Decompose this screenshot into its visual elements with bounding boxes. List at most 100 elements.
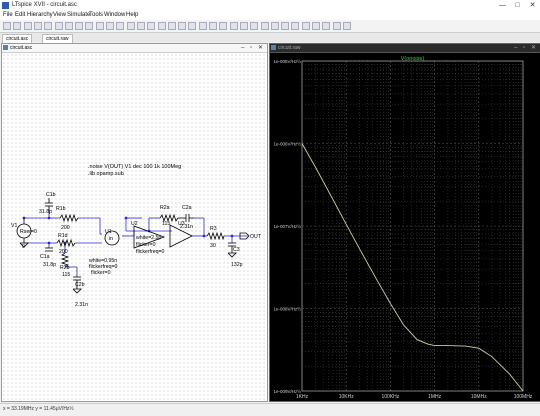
- menu-simulate[interactable]: Simulate: [67, 12, 90, 18]
- svg-text:R2a: R2a: [160, 205, 170, 211]
- y-tick-label: 1e-006V/Hz½: [273, 141, 301, 147]
- svg-text:31.8p: 31.8p: [39, 209, 52, 215]
- svg-text:R3: R3: [210, 226, 217, 232]
- toolbar-button[interactable]: [168, 22, 176, 30]
- svg-text:115: 115: [62, 272, 70, 278]
- toolbar-button[interactable]: [188, 22, 196, 30]
- toolbar-button[interactable]: [158, 22, 166, 30]
- schematic-canvas[interactable]: .noise V(OUT) V1 dec 100 1k 100Meg .lib …: [2, 53, 267, 401]
- y-tick-label: 1e-007V/Hz½: [273, 223, 301, 229]
- ground-symbol: [228, 253, 236, 257]
- status-bar: x = 33.19MHz y = 11.45μV/Hz½: [0, 403, 540, 416]
- toolbar-button[interactable]: [137, 22, 145, 30]
- toolbar-button[interactable]: [96, 22, 104, 30]
- svg-text:flickerfreq=0: flickerfreq=0: [136, 249, 165, 255]
- svg-text:white=2.5p: white=2.5p: [136, 235, 161, 241]
- resistor-r3[interactable]: [207, 233, 224, 239]
- maximize-button[interactable]: □: [510, 0, 525, 11]
- noise-trace-line[interactable]: [302, 144, 523, 392]
- menu-help[interactable]: Help: [126, 12, 138, 18]
- toolbar-button[interactable]: [199, 22, 207, 30]
- menu-file[interactable]: File: [3, 12, 13, 18]
- svg-text:R1b: R1b: [56, 206, 66, 212]
- resistor-r1d[interactable]: [57, 240, 75, 246]
- toolbar-button[interactable]: [219, 22, 227, 30]
- plot-window-titlebar: circuit.raw – ▫ ✕: [270, 44, 540, 53]
- svg-text:132p: 132p: [231, 262, 243, 268]
- toolbar-button[interactable]: [24, 22, 32, 30]
- x-tick-label: 1KHz: [296, 394, 309, 400]
- tab-circuit-raw[interactable]: circuit.raw: [42, 34, 73, 43]
- toolbar-button[interactable]: [75, 22, 83, 30]
- toolbar-button[interactable]: [34, 22, 42, 30]
- toolbar-button[interactable]: [65, 22, 73, 30]
- toolbar-button[interactable]: [44, 22, 52, 30]
- menu-view[interactable]: View: [53, 12, 66, 18]
- toolbar-button[interactable]: [106, 22, 114, 30]
- toolbar-button[interactable]: [147, 22, 155, 30]
- svg-text:U3: U3: [178, 221, 185, 227]
- svg-text:0: 0: [22, 244, 25, 250]
- plot-window-controls[interactable]: – ▫ ✕: [514, 44, 538, 52]
- schematic-drawing: .noise V(OUT) V1 dec 100 1k 100Meg .lib …: [2, 53, 267, 401]
- y-tick-label: 1e-005V/Hz½: [273, 58, 301, 64]
- plot-window-title: circuit.raw: [278, 44, 301, 52]
- svg-text:2.31n: 2.31n: [75, 302, 88, 308]
- svg-text:C1b: C1b: [46, 192, 56, 198]
- noise-plot[interactable]: 1KHz10KHz100KHz1MHz10MHz100MHz1e-005V/Hz…: [270, 53, 540, 401]
- toolbar-button[interactable]: [312, 22, 320, 30]
- menu-window[interactable]: Window: [104, 12, 125, 18]
- toolbar-button[interactable]: [322, 22, 330, 30]
- toolbar-button[interactable]: [178, 22, 186, 30]
- close-button[interactable]: ✕: [525, 0, 540, 11]
- toolbar-button[interactable]: [250, 22, 258, 30]
- noise-directive[interactable]: .noise V(OUT) V1 dec 100 1k 100Meg: [88, 164, 181, 170]
- schematic-window-controls[interactable]: – ▫ ✕: [241, 44, 265, 52]
- waveform-icon: [271, 45, 276, 50]
- menu-tools[interactable]: Tools: [89, 12, 103, 18]
- x-tick-label: 100KHz: [382, 394, 400, 400]
- toolbar-button[interactable]: [3, 22, 11, 30]
- toolbar-button[interactable]: [291, 22, 299, 30]
- toolbar-button[interactable]: [55, 22, 63, 30]
- toolbar-button[interactable]: [240, 22, 248, 30]
- junction-dots: [23, 217, 234, 245]
- svg-text:in: in: [109, 236, 113, 242]
- svg-text:R1d: R1d: [58, 233, 68, 239]
- svg-text:31.8p: 31.8p: [43, 262, 56, 268]
- toolbar-button[interactable]: [116, 22, 124, 30]
- svg-text:200: 200: [61, 225, 70, 231]
- y-tick-label: 1e-009V/Hz½: [273, 388, 301, 394]
- toolbar-button[interactable]: [261, 22, 269, 30]
- window-title: LTspice XVII - circuit.asc: [12, 2, 77, 8]
- schematic-window-titlebar: circuit.asc – ▫ ✕: [2, 44, 267, 53]
- svg-text:flicker=0: flicker=0: [91, 270, 111, 276]
- x-tick-label: 10MHz: [471, 394, 487, 400]
- toolbar-button[interactable]: [271, 22, 279, 30]
- tab-circuit-asc[interactable]: circuit.asc: [2, 34, 32, 43]
- toolbar-button[interactable]: [85, 22, 93, 30]
- menu-edit[interactable]: Edit: [15, 12, 25, 18]
- svg-text:Rser=0: Rser=0: [20, 229, 37, 235]
- toolbar-button[interactable]: [230, 22, 238, 30]
- svg-text:200: 200: [59, 249, 68, 255]
- toolbar-button[interactable]: [13, 22, 21, 30]
- toolbar-button[interactable]: [209, 22, 217, 30]
- svg-text:U1: U1: [105, 229, 112, 235]
- resistor-r1b[interactable]: [60, 215, 78, 221]
- trace-label[interactable]: V(onoise): [401, 56, 425, 62]
- toolbar-button[interactable]: [281, 22, 289, 30]
- toolbar-button[interactable]: [302, 22, 310, 30]
- document-tabs: circuit.asc circuit.raw: [0, 33, 540, 42]
- minimize-button[interactable]: —: [495, 0, 510, 11]
- toolbar-button[interactable]: [343, 22, 351, 30]
- svg-text:C2a: C2a: [182, 205, 192, 211]
- svg-text:C2b: C2b: [75, 282, 85, 288]
- schematic-icon: [3, 45, 8, 50]
- lib-directive[interactable]: .lib opamp.sub: [88, 171, 124, 177]
- schematic-window: circuit.asc – ▫ ✕ .noise V(OUT) V1 dec 1…: [1, 43, 268, 402]
- menu-hierarchy[interactable]: Hierarchy: [27, 12, 53, 18]
- svg-text:flicker=0: flicker=0: [136, 242, 156, 248]
- toolbar-button[interactable]: [333, 22, 341, 30]
- toolbar-button[interactable]: [127, 22, 135, 30]
